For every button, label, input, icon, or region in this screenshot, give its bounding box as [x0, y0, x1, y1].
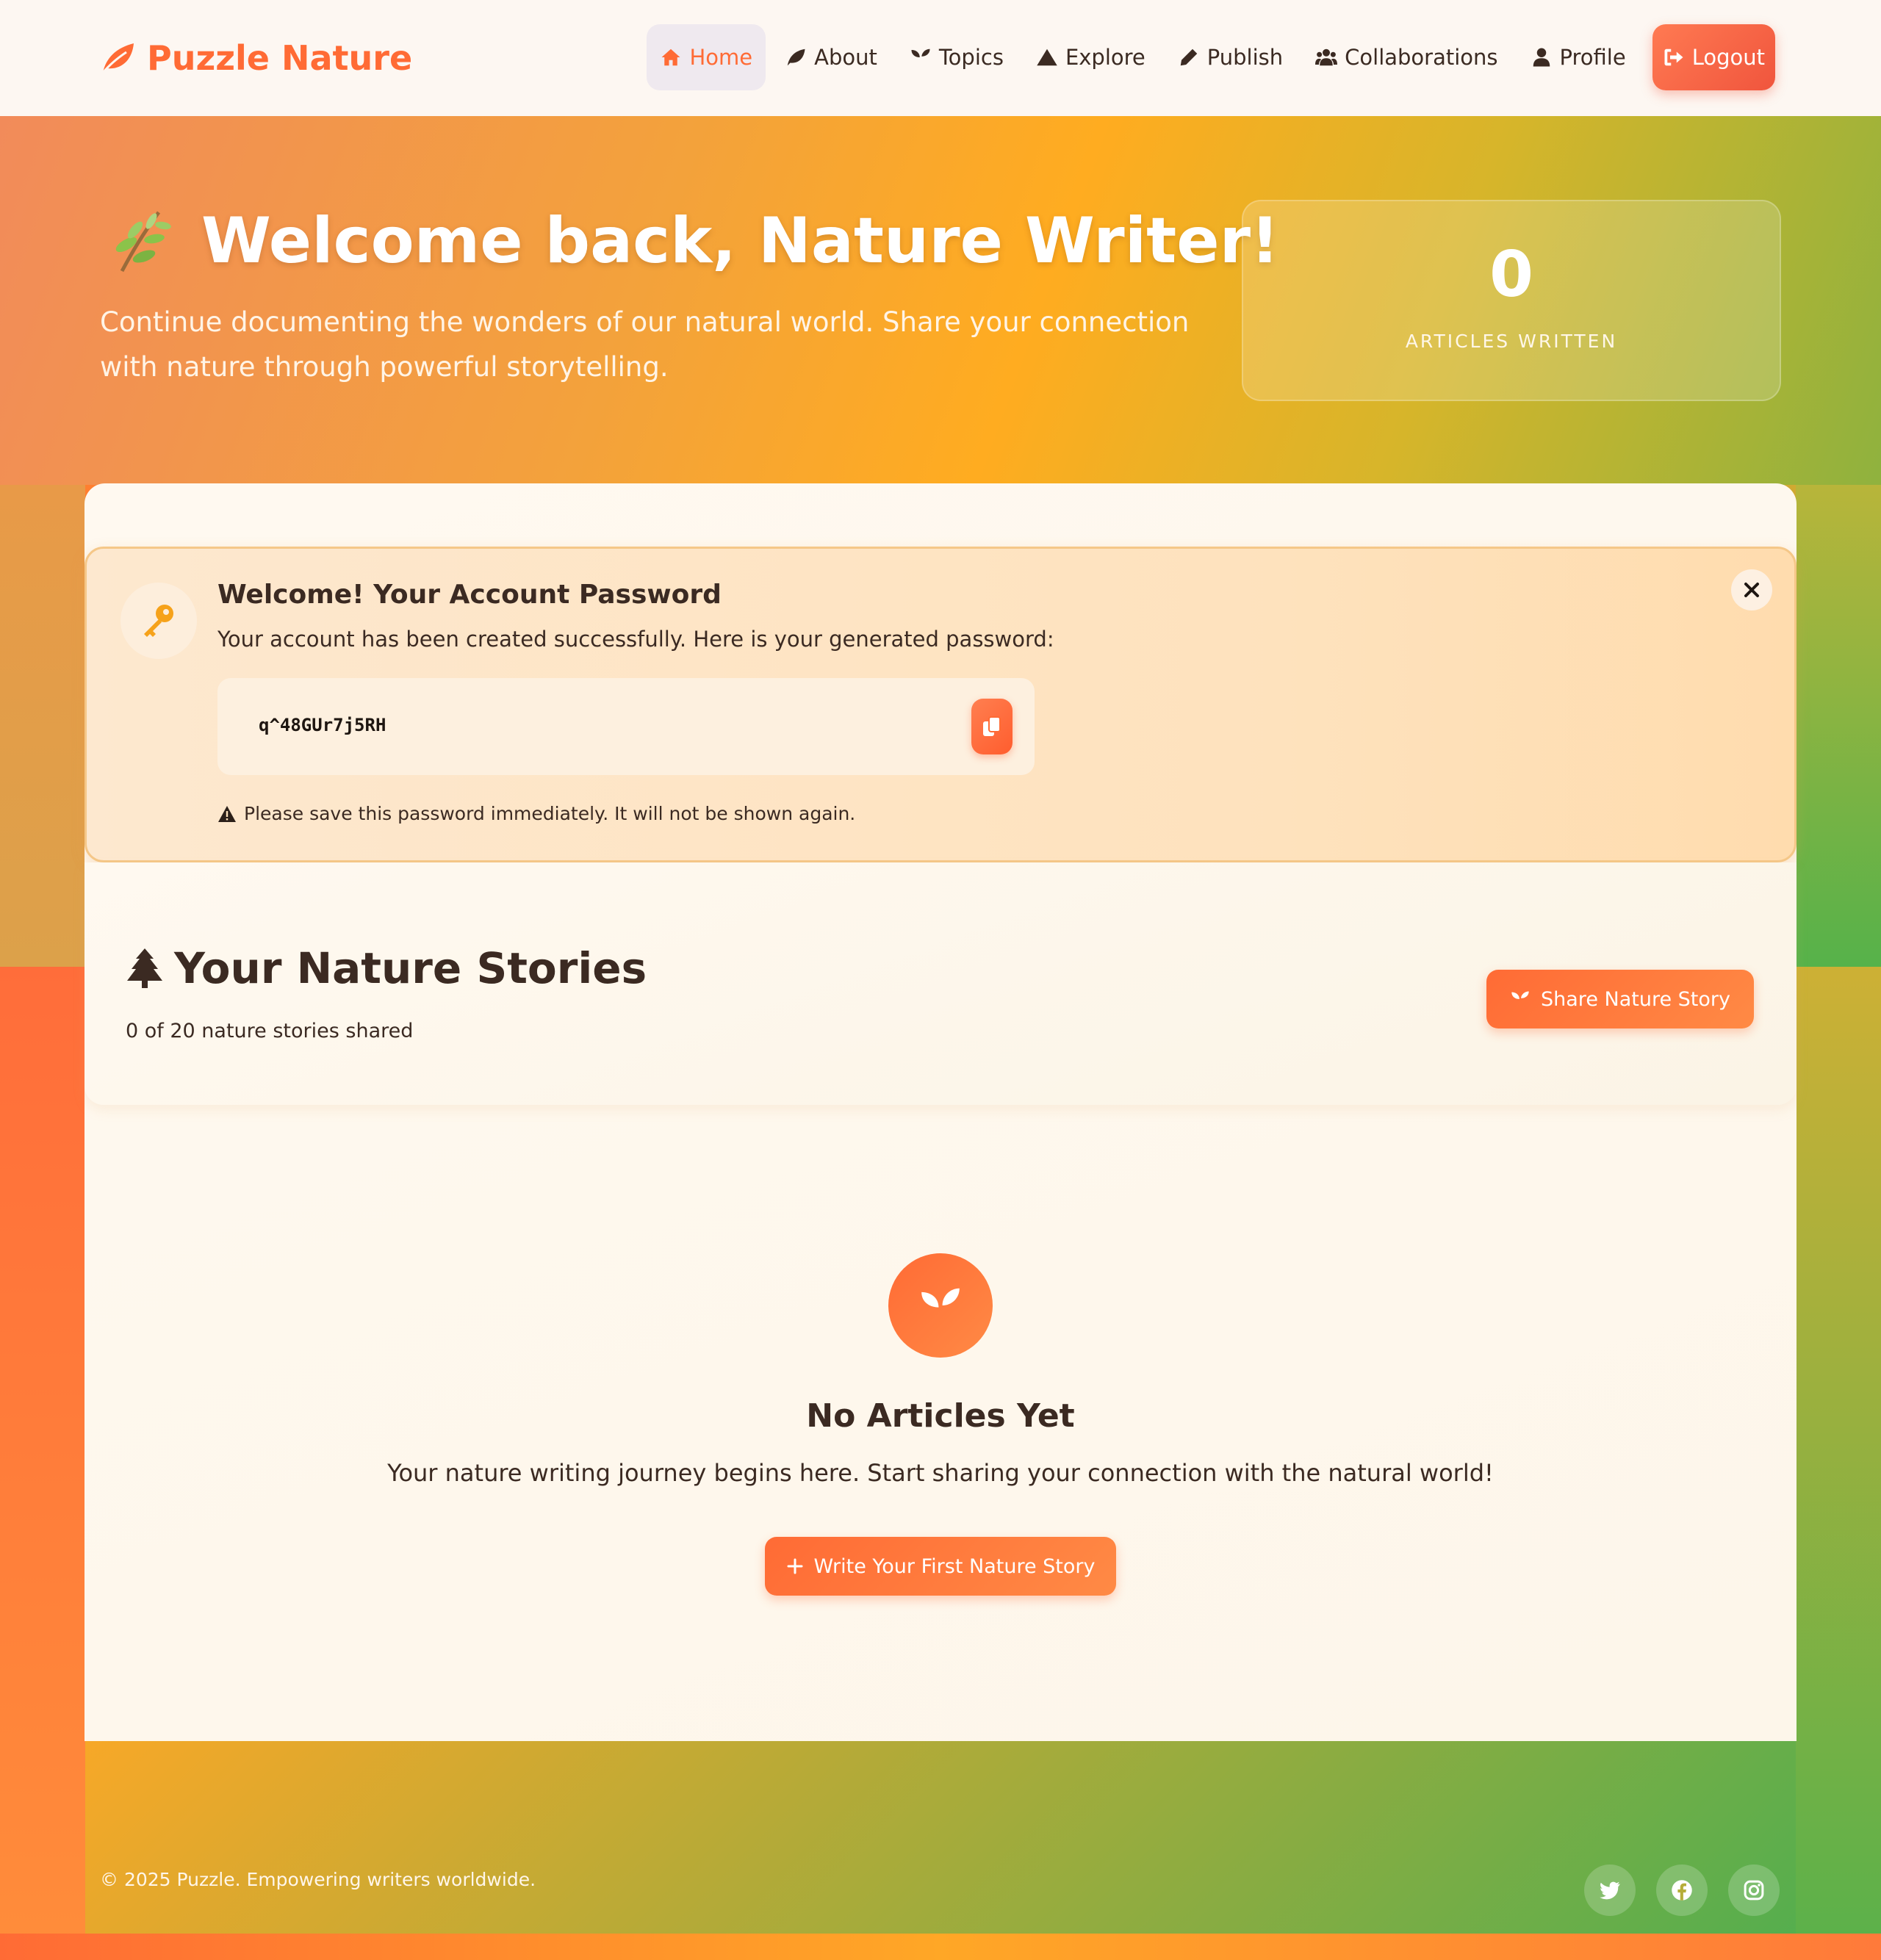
nav-label: Home: [689, 45, 753, 70]
hero-heading: Welcome back, Nature Writer!: [110, 204, 1279, 278]
home-icon: [661, 48, 680, 66]
empty-state-text: Your nature writing journey begins here.…: [387, 1459, 1494, 1487]
logout-button[interactable]: Logout: [1652, 24, 1775, 90]
key-icon-badge: [121, 583, 197, 659]
pen-icon: [1180, 48, 1198, 66]
articles-stat-card: 0 ARTICLES WRITTEN: [1242, 200, 1781, 401]
seedling-icon: [921, 1288, 960, 1325]
hero-banner: Welcome back, Nature Writer! Continue do…: [0, 116, 1881, 485]
background-band: [1796, 485, 1881, 967]
twitter-icon: [1600, 1881, 1620, 1900]
nav-label: Explore: [1065, 45, 1145, 70]
logout-icon: [1664, 48, 1683, 66]
password-alert: Welcome! Your Account Password Your acco…: [84, 547, 1797, 862]
stories-title: Your Nature Stories: [174, 943, 647, 993]
twitter-link[interactable]: [1584, 1864, 1636, 1916]
nav-collaborations[interactable]: Collaborations: [1302, 24, 1511, 90]
password-box: q^48GUr7j5RH: [217, 678, 1035, 775]
nav-profile[interactable]: Profile: [1517, 24, 1639, 90]
facebook-icon: [1672, 1880, 1692, 1900]
stories-count: 0 of 20 nature stories shared: [126, 1020, 414, 1042]
tree-icon: [127, 948, 162, 988]
nav-explore[interactable]: Explore: [1023, 24, 1159, 90]
empty-state-title: No Articles Yet: [806, 1397, 1075, 1435]
empty-state-icon: [888, 1253, 993, 1358]
articles-count: 0: [1489, 238, 1533, 311]
instagram-icon: [1744, 1880, 1764, 1900]
footer-copyright: © 2025 Puzzle. Empowering writers worldw…: [100, 1869, 536, 1890]
leaf-icon: [101, 43, 134, 73]
nav-label: About: [814, 45, 877, 70]
herb-icon: [115, 211, 171, 273]
articles-label: ARTICLES WRITTEN: [1405, 331, 1618, 352]
nav-label: Publish: [1206, 45, 1284, 70]
brand-logo[interactable]: Puzzle Nature: [98, 37, 412, 79]
instagram-link[interactable]: [1728, 1864, 1780, 1916]
background-band: [0, 967, 85, 1936]
generated-password[interactable]: q^48GUr7j5RH: [259, 715, 386, 735]
seedling-icon: [1511, 991, 1529, 1008]
user-icon: [1533, 48, 1550, 67]
page-title: Welcome back, Nature Writer!: [201, 204, 1280, 278]
alert-text: Your account has been created successful…: [217, 627, 1054, 652]
bottom-strip: [0, 1934, 1881, 1960]
leaf-icon: [787, 48, 805, 66]
seedling-icon: [911, 48, 930, 67]
close-icon: [1744, 583, 1759, 597]
nav-label: Topics: [938, 45, 1004, 70]
nav-about[interactable]: About: [772, 24, 891, 90]
main-content: Welcome! Your Account Password Your acco…: [84, 483, 1797, 1741]
nav-topics[interactable]: Topics: [896, 24, 1017, 90]
stories-heading: Your Nature Stories: [126, 943, 647, 993]
background-band: [1796, 967, 1881, 1936]
background-band: [0, 485, 85, 967]
close-alert-button[interactable]: [1731, 569, 1772, 610]
write-first-story-button[interactable]: Write Your First Nature Story: [765, 1537, 1116, 1596]
warning-text: Please save this password immediately. I…: [244, 803, 856, 824]
nav-label: Profile: [1559, 45, 1626, 70]
write-first-story-label: Write Your First Nature Story: [813, 1554, 1096, 1578]
main-nav: Home About Topics Explore Publish Collab…: [647, 24, 1775, 91]
stories-header: Your Nature Stories 0 of 20 nature stori…: [84, 862, 1797, 1105]
nav-home[interactable]: Home: [647, 24, 766, 90]
users-icon: [1315, 48, 1338, 66]
nav-label: Collaborations: [1345, 45, 1498, 70]
mountain-icon: [1037, 48, 1057, 66]
key-icon: [144, 605, 173, 637]
brand-name: Puzzle Nature: [147, 38, 413, 78]
password-warning: Please save this password immediately. I…: [217, 803, 855, 824]
hero-subtitle: Continue documenting the wonders of our …: [100, 306, 1190, 383]
share-story-button[interactable]: Share Nature Story: [1486, 970, 1754, 1028]
warning-icon: [218, 805, 236, 822]
copy-icon: [983, 716, 1001, 736]
share-story-label: Share Nature Story: [1541, 987, 1730, 1011]
nav-label: Logout: [1691, 45, 1765, 70]
plus-icon: [787, 1558, 803, 1574]
alert-title: Welcome! Your Account Password: [217, 580, 722, 610]
copy-password-button[interactable]: [971, 699, 1013, 754]
facebook-link[interactable]: [1656, 1864, 1708, 1916]
top-navbar: Puzzle Nature Home About Topics Explore …: [0, 0, 1881, 116]
nav-publish[interactable]: Publish: [1165, 24, 1296, 90]
